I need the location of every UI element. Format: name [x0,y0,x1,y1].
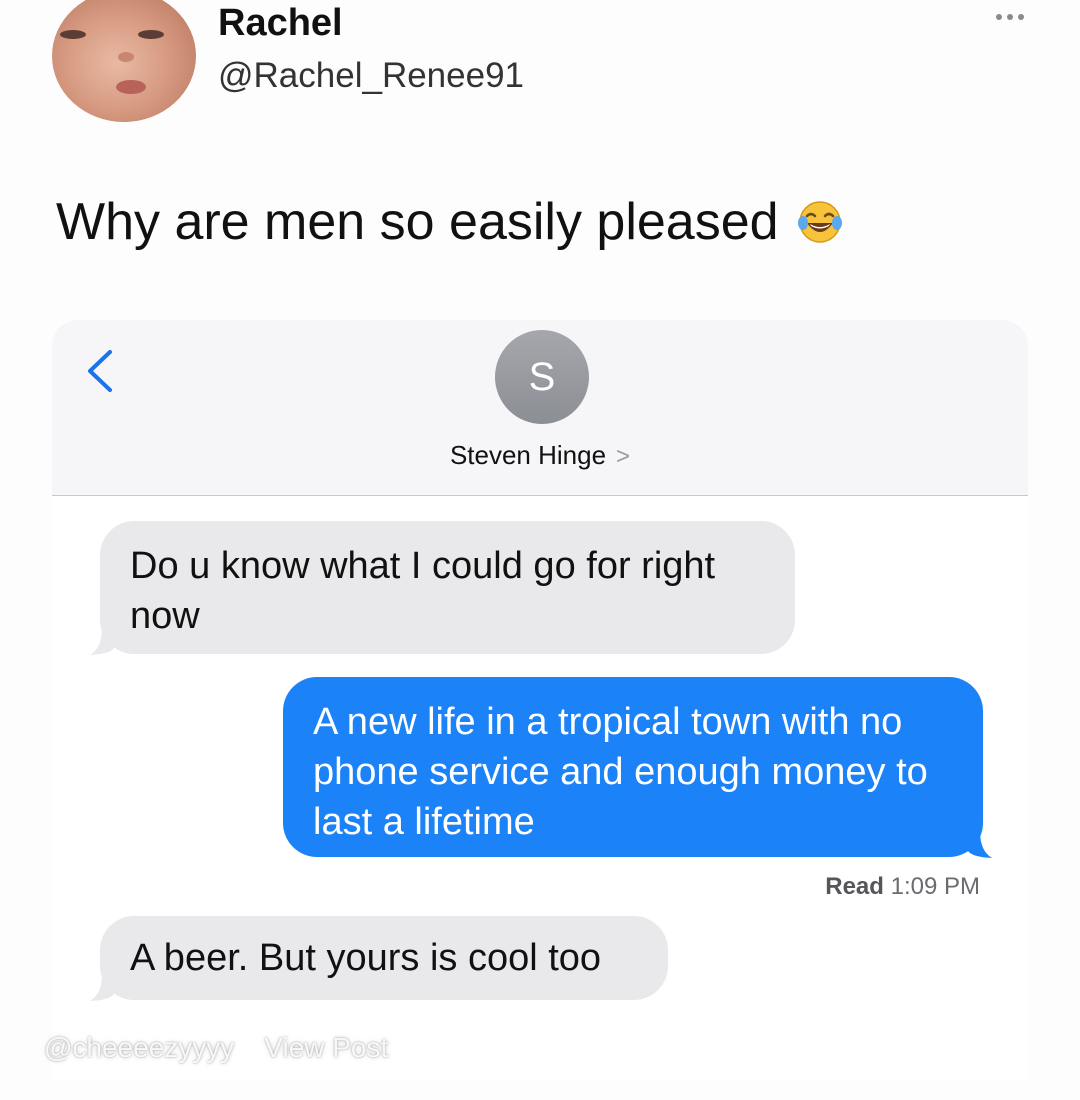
face-with-tears-of-joy-icon [797,201,842,243]
messages-screenshot: S Steven Hinge > Do u know what I could g… [52,320,1028,1080]
profile-avatar[interactable] [52,0,196,122]
avatar-eye [60,30,86,39]
user-handle[interactable]: @Rachel_Renee91 [218,54,524,98]
dot [1007,14,1013,20]
post-screenshot: Rachel @Rachel_Renee91 Why are men so ea… [0,0,1080,1100]
contact-name-button[interactable]: Steven Hinge > [52,438,1028,474]
tweet-body: Why are men so easily pleased [56,193,779,251]
message-bubble-incoming[interactable]: A beer. But yours is cool too [100,916,668,1000]
chevron-left-icon[interactable] [80,346,120,396]
view-post-link[interactable]: View Post [264,1030,388,1066]
avatar-nose [118,52,134,62]
dot [1018,14,1024,20]
message-text: A beer. But yours is cool too [130,937,602,979]
read-label: Read [825,873,884,900]
message-bubble-outgoing[interactable]: A new life in a tropical town with no ph… [283,677,983,857]
message-text: A new life in a tropical town with no ph… [313,701,928,843]
watermark-username[interactable]: @cheeeezyyyy [44,1030,234,1066]
message-text: Do u know what I could go for right now [130,545,716,637]
avatar-mouth [116,80,146,94]
display-name[interactable]: Rachel [218,0,343,46]
more-options-icon[interactable] [996,14,1024,20]
avatar-eye [138,30,164,39]
message-bubble-incoming[interactable]: Do u know what I could go for right now [100,521,795,654]
contact-name: Steven Hinge [449,440,607,470]
tweet-text: Why are men so easily pleased [56,190,843,254]
dot [996,14,1002,20]
read-receipt: Read 1:09 PM [825,872,980,902]
conversation-header: S Steven Hinge > [52,320,1028,496]
read-time: 1:09 PM [890,873,980,900]
watermark: @cheeeezyyyy View Post [44,1030,388,1066]
contact-avatar[interactable]: S [495,330,589,424]
chevron-right-icon: > [616,443,631,470]
